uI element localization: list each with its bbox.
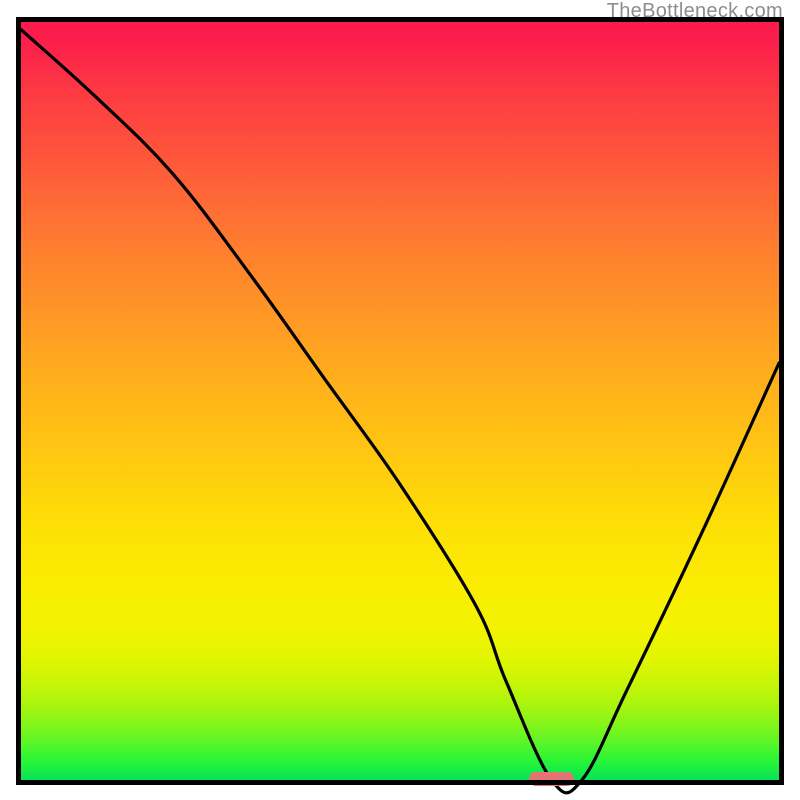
chart-border-left [16,17,21,785]
plot-area [21,22,779,780]
bottleneck-curve [21,22,779,780]
chart-frame [0,22,800,800]
chart-border-right [779,17,784,785]
chart-border-top [16,17,784,22]
chart-border-bottom [16,780,784,785]
